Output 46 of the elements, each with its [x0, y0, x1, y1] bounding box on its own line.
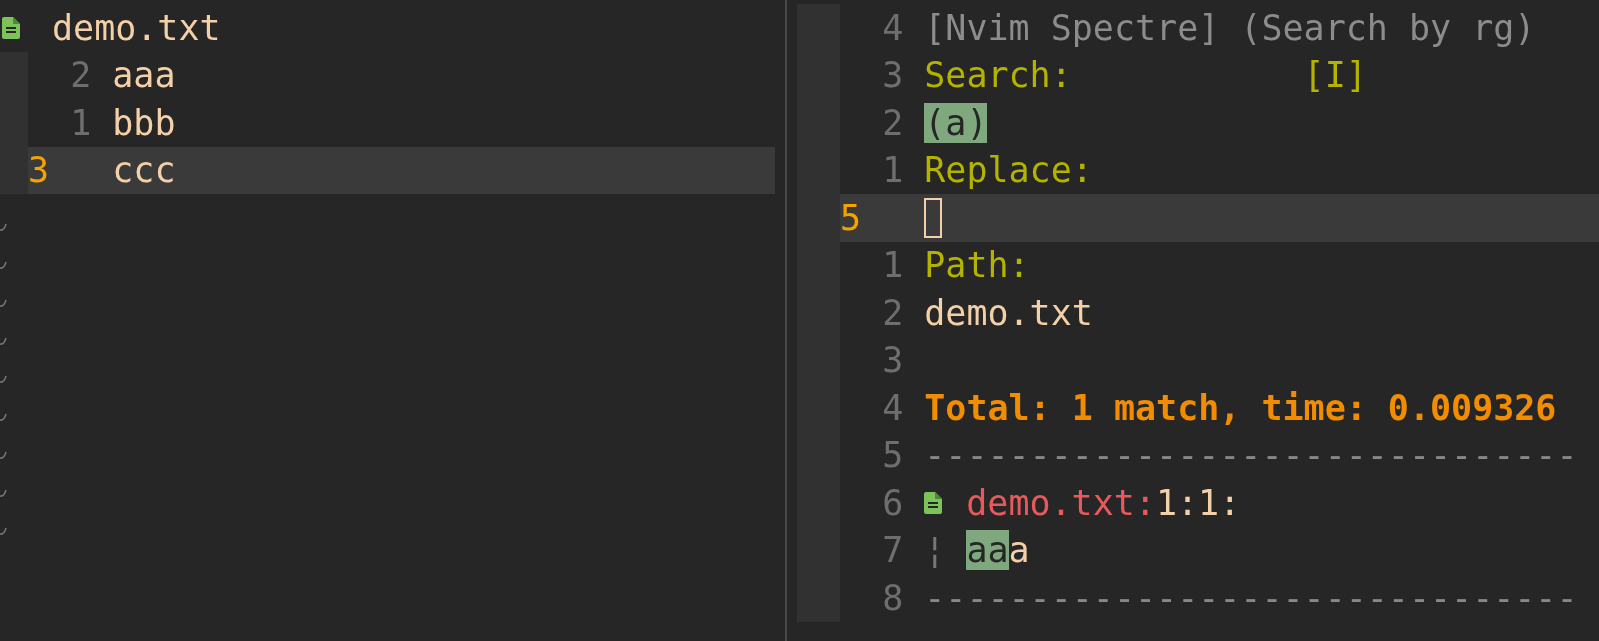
- end-of-buffer-icon: [0, 488, 8, 498]
- result-position: 1:1:: [1155, 482, 1241, 523]
- match-rest: a: [1008, 530, 1030, 571]
- code-line: bbb: [112, 102, 176, 143]
- end-of-buffer-icon: [0, 374, 8, 384]
- line-number: 1: [881, 150, 904, 191]
- line-number: 6: [881, 482, 904, 523]
- end-of-buffer-icon: [0, 450, 8, 460]
- line-number: 5: [881, 435, 904, 476]
- end-of-buffer-icon: [0, 222, 8, 232]
- field-label: Path:: [924, 245, 1030, 286]
- line-number: 5: [840, 197, 863, 238]
- line-number: 2: [881, 292, 904, 333]
- end-of-buffer-icon: [0, 298, 8, 308]
- line-number: 3: [881, 340, 904, 381]
- field-label: Search:: [924, 55, 1072, 96]
- line-number: 4: [881, 7, 904, 48]
- line-number: 7: [881, 530, 904, 571]
- indent-guide: ¦: [924, 530, 946, 571]
- result-summary: Total: 1 match, time: 0.009326: [924, 387, 1557, 428]
- line-number: 2: [69, 55, 92, 96]
- end-of-buffer-icon: [0, 526, 8, 536]
- path-value[interactable]: demo.txt: [924, 292, 1093, 333]
- end-of-buffer-icon: [0, 260, 8, 270]
- text-cursor[interactable]: [924, 197, 943, 238]
- mode-indicator: [I]: [1303, 55, 1367, 96]
- search-field[interactable]: (a): [924, 102, 988, 143]
- line-number: 1: [69, 102, 92, 143]
- field-label: Replace:: [924, 150, 1093, 191]
- line-number: 3: [881, 55, 904, 96]
- panel-title: [Nvim Spectre] (Search by rg): [924, 7, 1536, 48]
- separator-line: -------------------------------: [924, 435, 1578, 476]
- end-of-buffer-icon: [0, 336, 8, 346]
- code-line: aaa: [112, 55, 176, 96]
- line-number: 1: [881, 245, 904, 286]
- end-of-buffer-icon: [0, 412, 8, 422]
- line-number: 4: [881, 387, 904, 428]
- file-name: demo.txt: [52, 7, 221, 48]
- code-line: ccc: [112, 150, 176, 191]
- separator-line: -------------------------------: [924, 577, 1578, 618]
- match-highlight: aa: [966, 530, 1009, 571]
- line-number: 3: [28, 150, 51, 191]
- result-file-name[interactable]: demo.txt:: [966, 482, 1156, 523]
- line-number: 8: [881, 577, 904, 618]
- file-icon: [924, 491, 943, 514]
- line-number: 2: [881, 102, 904, 143]
